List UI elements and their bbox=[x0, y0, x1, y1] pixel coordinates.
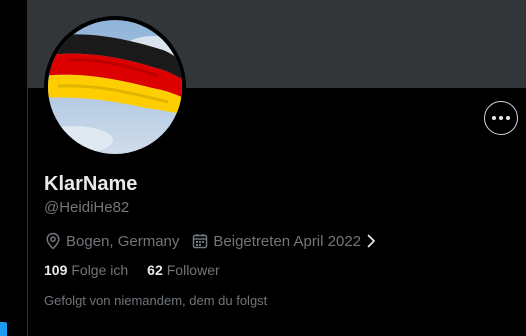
location-pin-icon bbox=[46, 232, 60, 250]
more-horizontal-icon bbox=[492, 116, 510, 120]
followers-label: Follower bbox=[166, 262, 220, 278]
joined-date-item[interactable]: Beigetreten April 2022 bbox=[191, 232, 377, 250]
followed-by-text: Gefolgt von niemandem, dem du folgst bbox=[44, 293, 268, 308]
profile-meta-row: Bogen, Germany Beigetreten April 2022 bbox=[44, 231, 377, 251]
following-link[interactable]: 109 Folge ich bbox=[44, 262, 128, 278]
follow-stats: 109 Folge ich 62 Follower bbox=[44, 262, 220, 278]
calendar-icon bbox=[193, 234, 208, 249]
joined-date-text: Beigetreten April 2022 bbox=[213, 232, 362, 250]
followers-count: 62 bbox=[147, 262, 163, 278]
avatar[interactable] bbox=[44, 16, 186, 158]
german-flag-avatar-image bbox=[48, 20, 182, 154]
profile-page: KlarName @HeidiHe82 Bogen, Germany Beige… bbox=[0, 0, 526, 336]
user-handle: @HeidiHe82 bbox=[44, 199, 130, 216]
chevron-right-icon bbox=[367, 234, 375, 248]
display-name: KlarName bbox=[44, 173, 138, 195]
more-options-button[interactable] bbox=[484, 101, 518, 135]
following-label: Folge ich bbox=[71, 262, 129, 278]
following-count: 109 bbox=[44, 262, 68, 278]
followers-link[interactable]: 62 Follower bbox=[147, 262, 219, 278]
location-item: Bogen, Germany bbox=[44, 232, 179, 250]
left-accent-button[interactable] bbox=[0, 322, 7, 336]
location-text: Bogen, Germany bbox=[66, 232, 180, 250]
